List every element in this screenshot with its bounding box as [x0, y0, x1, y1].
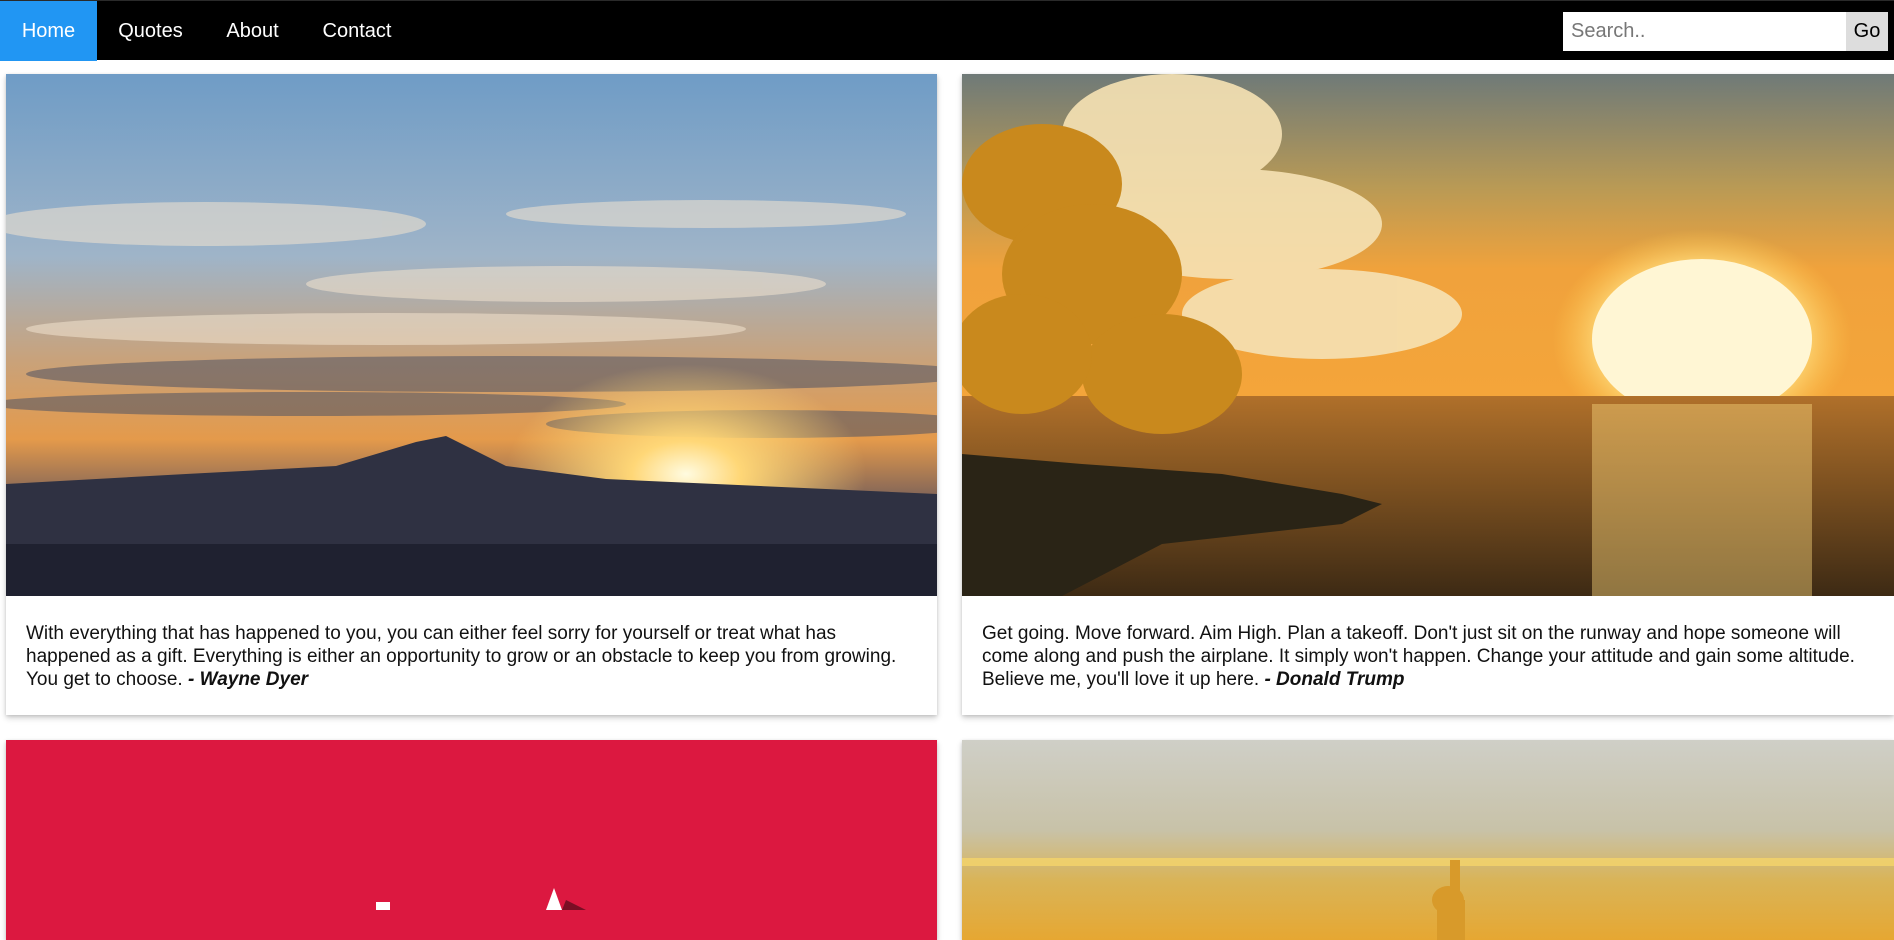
quote-card-donald-trump: Get going. Move forward. Aim High. Plan … [962, 74, 1894, 715]
quote-body: With everything that has happened to you… [26, 623, 897, 690]
quote-card-sunrise [962, 740, 1894, 940]
red-background-image [6, 740, 937, 940]
top-navigation-bar: Home Quotes About Contact Go [0, 0, 1894, 61]
quote-author: - Donald Trump [1264, 669, 1405, 690]
sea-sunset-tree-image [962, 74, 1894, 596]
search-input[interactable] [1563, 12, 1846, 51]
mountain-sunset-image [6, 74, 937, 596]
quote-card-red [6, 740, 937, 940]
golden-sunrise-figure-image [962, 740, 1894, 940]
quote-text: With everything that has happened to you… [26, 622, 917, 691]
quote-author: - Wayne Dyer [188, 669, 309, 690]
go-button[interactable]: Go [1846, 12, 1888, 51]
nav-contact[interactable]: Contact [301, 1, 413, 61]
nav-about[interactable]: About [204, 1, 301, 61]
quote-card-wayne-dyer: With everything that has happened to you… [6, 74, 937, 715]
nav-quotes[interactable]: Quotes [97, 1, 204, 61]
nav-home[interactable]: Home [0, 1, 97, 61]
quote-text: Get going. Move forward. Aim High. Plan … [982, 622, 1874, 691]
quote-body: Get going. Move forward. Aim High. Plan … [982, 623, 1855, 690]
